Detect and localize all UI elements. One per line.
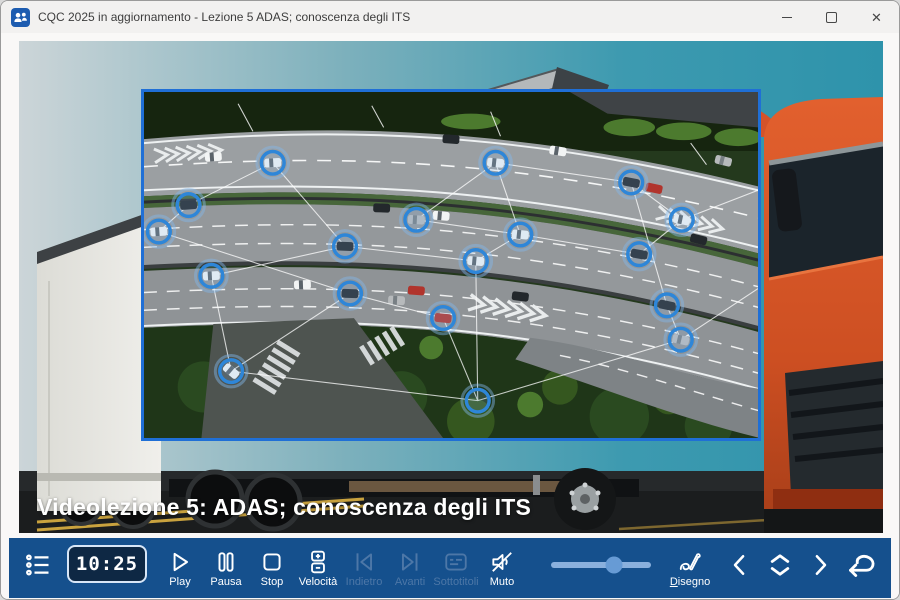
speed-plus-minus-icon (305, 549, 331, 575)
draw-label: Disegno (670, 576, 710, 588)
close-icon: ✕ (871, 11, 882, 24)
minimize-button[interactable] (764, 1, 809, 33)
next-label: Avanti (395, 576, 425, 588)
next-icon (397, 549, 423, 575)
window-title: CQC 2025 in aggiornamento - Lezione 5 AD… (38, 10, 410, 24)
video-caption: Videolezione 5: ADAS; conoscenza degli I… (37, 494, 531, 521)
volume-slider[interactable] (551, 555, 651, 575)
time-display: 10:25 (67, 545, 147, 583)
speed-button[interactable]: Velocità (295, 549, 341, 588)
mute-button[interactable]: Muto (479, 549, 525, 588)
playlist-button[interactable] (21, 551, 55, 579)
subtitles-button: Sottotitoli (433, 549, 479, 588)
video-player-canvas[interactable]: Videolezione 5: ADAS; conoscenza degli I… (19, 41, 883, 533)
stop-label: Stop (261, 576, 284, 588)
maximize-button[interactable] (809, 1, 854, 33)
play-button[interactable]: Play (157, 549, 203, 588)
subtitles-icon (443, 549, 469, 575)
chevron-left-icon (725, 550, 755, 580)
return-arrow-icon (843, 547, 879, 583)
maximize-icon (826, 12, 837, 23)
nav-expand-button[interactable] (763, 548, 797, 582)
playlist-icon (24, 551, 52, 579)
close-button[interactable]: ✕ (854, 1, 899, 33)
draw-pen-icon (677, 549, 703, 575)
nav-left-button[interactable] (723, 550, 757, 580)
pause-label: Pausa (210, 576, 241, 588)
previous-button: Indietro (341, 549, 387, 588)
speed-label: Velocità (299, 576, 338, 588)
stop-button[interactable]: Stop (249, 549, 295, 588)
window-controls: ✕ (764, 1, 899, 33)
stop-icon (259, 549, 285, 575)
player-toolbar: 10:25 Play Pausa Stop (9, 538, 891, 598)
volume-slider-track[interactable] (551, 562, 651, 568)
mute-icon (489, 549, 515, 575)
return-button[interactable] (843, 547, 879, 583)
draw-button[interactable]: Disegno (667, 549, 713, 588)
minimize-icon (782, 17, 792, 18)
chevron-up-down-icon (763, 548, 797, 582)
subtitles-label: Sottotitoli (433, 576, 478, 588)
next-button: Avanti (387, 549, 433, 588)
play-icon (167, 549, 193, 575)
its-overlay-video (141, 89, 761, 441)
content-area: Videolezione 5: ADAS; conoscenza degli I… (1, 33, 899, 599)
nav-group (723, 547, 879, 583)
pause-button[interactable]: Pausa (203, 549, 249, 588)
volume-slider-thumb[interactable] (606, 557, 623, 574)
nav-right-button[interactable] (803, 550, 837, 580)
chevron-right-icon (805, 550, 835, 580)
title-bar: CQC 2025 in aggiornamento - Lezione 5 AD… (1, 1, 899, 33)
mute-label: Muto (490, 576, 514, 588)
pause-icon (213, 549, 239, 575)
previous-icon (351, 549, 377, 575)
app-window: CQC 2025 in aggiornamento - Lezione 5 AD… (0, 0, 900, 600)
play-label: Play (169, 576, 190, 588)
previous-label: Indietro (346, 576, 383, 588)
app-people-icon (11, 8, 30, 27)
its-overlay-scene (144, 92, 758, 438)
